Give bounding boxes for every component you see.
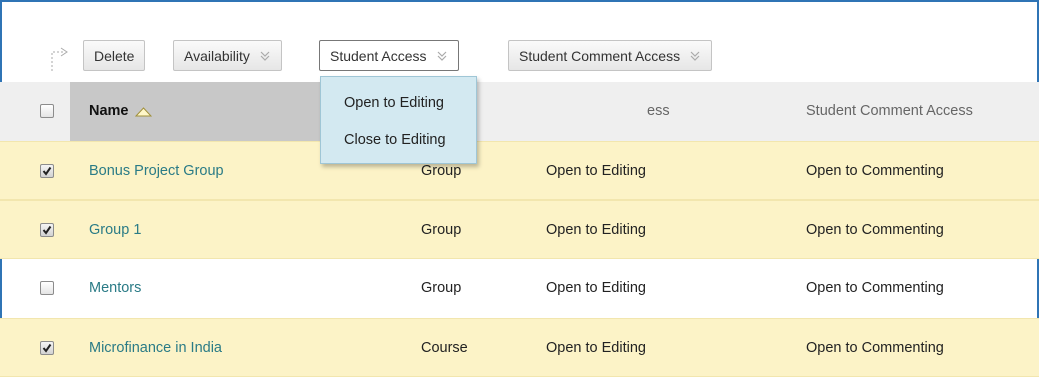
row-name-link[interactable]: Mentors	[89, 259, 141, 318]
table-header-row: Name ess Student Comment Access	[0, 82, 1039, 141]
table-row: Mentors Group Open to Editing Open to Co…	[0, 259, 1039, 318]
row-checkbox[interactable]	[40, 281, 54, 295]
name-column-header[interactable]: Name	[89, 82, 152, 141]
student-comment-access-column-header[interactable]: Student Comment Access	[806, 82, 973, 141]
checkmark-icon	[42, 166, 52, 176]
chevron-down-icon	[690, 51, 700, 61]
student-access-header-label: ess	[647, 103, 670, 119]
row-name-link[interactable]: Bonus Project Group	[89, 142, 224, 201]
row-student-access: Open to Editing	[546, 163, 646, 179]
chevron-down-icon	[437, 51, 446, 61]
select-arrow-icon	[51, 47, 68, 71]
student-comment-access-header-label: Student Comment Access	[806, 103, 973, 119]
row-student-access: Open to Editing	[546, 280, 646, 296]
menu-item-close-to-editing[interactable]: Close to Editing	[344, 132, 446, 148]
sort-ascending-icon[interactable]	[134, 106, 152, 117]
student-comment-access-button[interactable]: Student Comment Access	[508, 40, 713, 71]
delete-button[interactable]: Delete	[83, 40, 146, 71]
row-checkbox[interactable]	[40, 223, 54, 237]
row-name-link[interactable]: Microfinance in India	[89, 319, 222, 378]
row-student-comment-access: Open to Commenting	[806, 340, 944, 356]
delete-button-label: Delete	[94, 47, 135, 64]
availability-button[interactable]: Availability	[173, 40, 282, 71]
row-student-access: Open to Editing	[546, 340, 646, 356]
table-row: Bonus Project Group Group Open to Editin…	[0, 141, 1039, 200]
name-header-label: Name	[89, 103, 129, 119]
row-name-link[interactable]: Group 1	[89, 201, 141, 260]
student-access-dropdown-menu: Open to Editing Close to Editing	[320, 76, 477, 164]
table-row: Group 1 Group Open to Editing Open to Co…	[0, 200, 1039, 259]
student-access-button[interactable]: Student Access	[319, 40, 459, 71]
row-type: Group	[421, 280, 462, 296]
availability-button-label: Availability	[184, 47, 250, 64]
student-comment-access-button-label: Student Comment Access	[519, 47, 681, 64]
row-checkbox[interactable]	[40, 341, 54, 355]
chevron-down-icon	[260, 51, 270, 61]
row-student-access: Open to Editing	[546, 222, 646, 238]
table-row: Microfinance in India Course Open to Edi…	[0, 318, 1039, 377]
row-student-comment-access: Open to Commenting	[806, 222, 944, 238]
row-checkbox[interactable]	[40, 164, 54, 178]
row-type: Course	[421, 340, 468, 356]
row-student-comment-access: Open to Commenting	[806, 163, 944, 179]
row-student-comment-access: Open to Commenting	[806, 280, 944, 296]
checkmark-icon	[42, 343, 52, 353]
checkmark-icon	[42, 225, 52, 235]
student-access-column-header[interactable]: ess	[647, 82, 670, 141]
row-type: Group	[421, 222, 462, 238]
menu-item-open-to-editing[interactable]: Open to Editing	[344, 95, 444, 111]
student-access-button-label: Student Access	[330, 47, 427, 64]
select-all-checkbox[interactable]	[40, 104, 54, 118]
